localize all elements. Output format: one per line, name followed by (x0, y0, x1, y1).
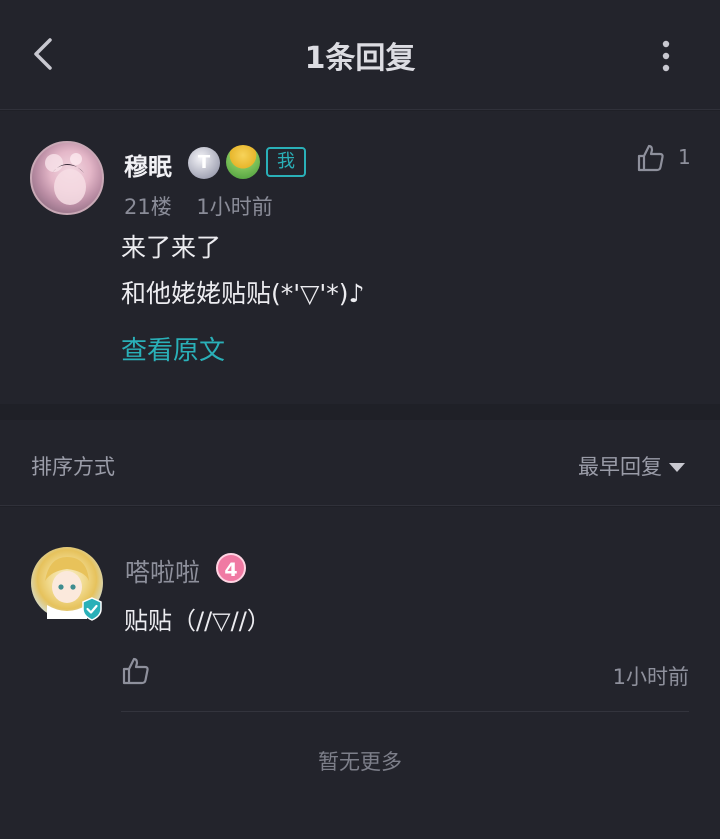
reply-like-button[interactable] (121, 656, 151, 690)
post-like-count: 1 (678, 145, 691, 169)
sort-label: 排序方式 (31, 455, 115, 479)
top-bar: 1条回复 (0, 0, 720, 110)
t-badge-icon: T (188, 147, 220, 179)
post-content-line: 和他姥姥贴贴(*'▽'*)♪ (121, 279, 365, 308)
thumbs-up-icon (637, 144, 664, 172)
character-badge-icon (226, 145, 260, 179)
view-original-link[interactable]: 查看原文 (121, 330, 225, 367)
caret-down-icon[interactable] (668, 462, 686, 474)
reply-content: 贴贴（//▽//） (124, 607, 271, 635)
sort-dropdown[interactable]: 最早回复 (578, 451, 662, 481)
avatar-image (45, 153, 86, 205)
divider (121, 711, 689, 712)
reply-item: 嗒啦啦 4 贴贴（//▽//） 1小时前 暂无更多 (0, 507, 720, 839)
more-button[interactable] (646, 34, 686, 78)
sort-bar: 排序方式 最早回复 (0, 420, 720, 506)
reply-author[interactable]: 嗒啦啦 (125, 553, 200, 589)
me-badge: 我 (266, 147, 306, 177)
main-post: 穆眠 T 我 1 21楼 1小时前 来了来了 和他姥姥贴贴(*'▽'*)♪ 查看… (0, 111, 720, 404)
thumbs-up-icon (122, 657, 149, 685)
avatar[interactable] (30, 141, 104, 215)
reply-time: 1小时前 (612, 665, 689, 689)
floor-number: 21楼 (124, 195, 172, 219)
more-vertical-icon (662, 40, 670, 72)
post-time: 1小时前 (196, 195, 273, 219)
level-badge: 4 (216, 553, 246, 583)
page-title: 1条回复 (304, 41, 416, 76)
verified-badge-icon (82, 597, 102, 621)
post-content-line: 来了来了 (121, 233, 222, 262)
no-more-label: 暂无更多 (318, 750, 402, 774)
post-author[interactable]: 穆眠 (124, 147, 172, 182)
post-meta: 21楼 1小时前 (124, 191, 291, 221)
